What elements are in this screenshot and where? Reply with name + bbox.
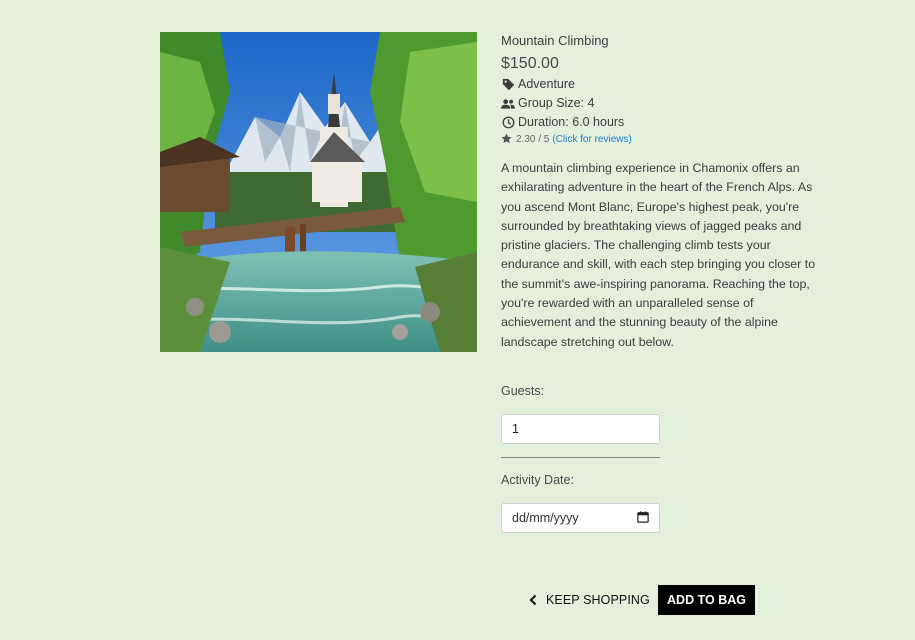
duration-label: Duration: 6.0 hours [518,115,625,129]
activity-date-label: Activity Date: [501,473,574,487]
product-rating: 2.30 / 5 (Click for reviews) [501,133,826,145]
product-category: Adventure [501,75,826,94]
clock-icon [501,116,515,130]
star-icon [501,133,513,145]
form-divider [501,457,660,458]
rating-value: 2.30 / 5 [516,133,550,145]
guests-input[interactable]: 1 [501,414,660,444]
product-description: A mountain climbing experience in Chamon… [501,161,816,349]
guests-value: 1 [512,422,519,436]
add-to-bag-button[interactable]: ADD TO BAG [658,585,755,615]
alpine-landscape-image [160,32,477,352]
date-placeholder: dd/mm/yyyy [512,511,579,525]
calendar-icon[interactable] [637,510,649,526]
chevron-left-icon [528,594,540,606]
category-label: Adventure [518,77,575,91]
product-group-size: Group Size: 4 [501,94,826,113]
keep-shopping-button[interactable]: KEEP SHOPPING [528,590,650,610]
keep-shopping-label: KEEP SHOPPING [546,593,650,607]
activity-date-input[interactable]: dd/mm/yyyy [501,503,660,533]
users-icon [501,97,515,111]
product-name: Mountain Climbing [501,33,609,48]
reviews-link[interactable]: (Click for reviews) [552,134,631,145]
product-price: $150.00 [501,55,559,72]
product-image [160,32,477,352]
guests-label: Guests: [501,384,545,398]
product-duration: Duration: 6.0 hours [501,113,826,132]
tag-icon [501,78,515,92]
product-details: Mountain Climbing $150.00 Adventure Grou… [501,33,826,352]
group-size-label: Group Size: 4 [518,96,595,110]
